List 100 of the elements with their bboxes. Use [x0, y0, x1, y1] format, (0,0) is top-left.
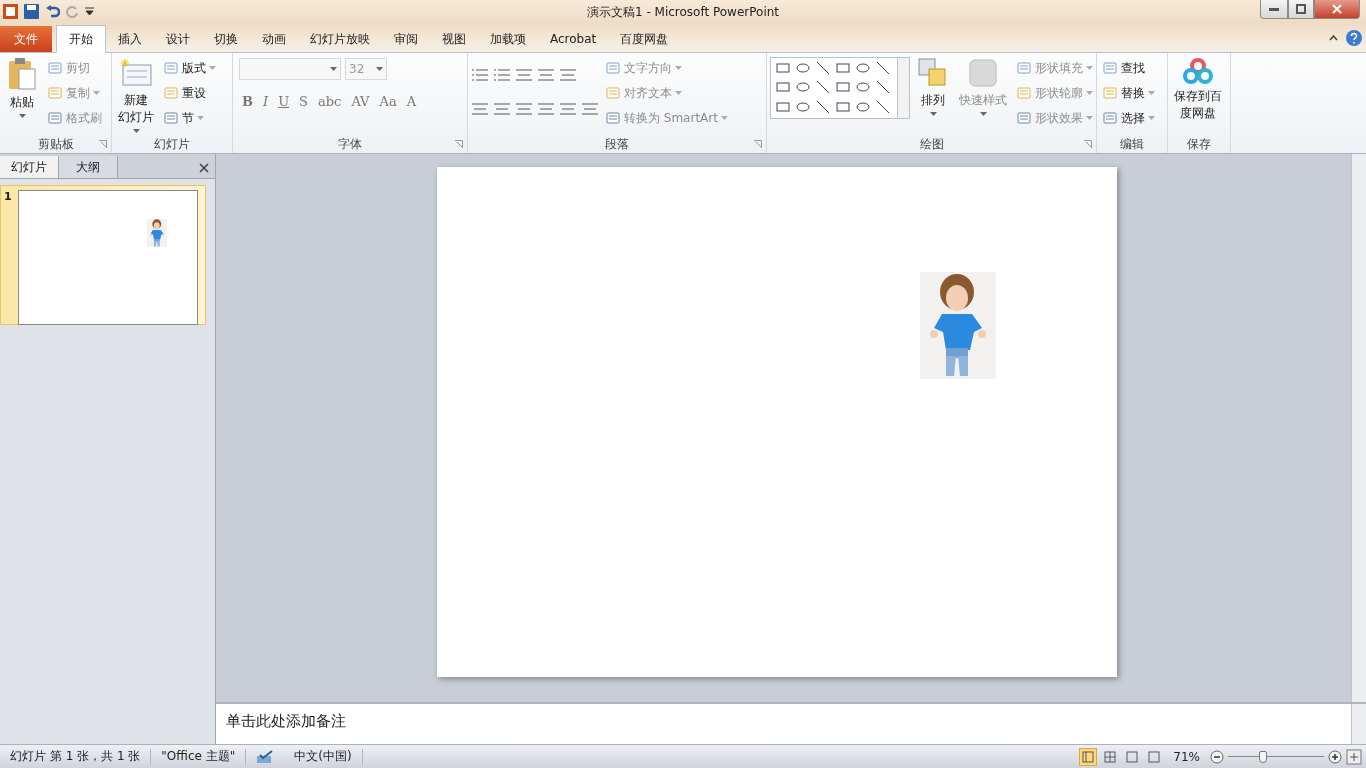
ribbon-button[interactable]: 查找	[1100, 57, 1157, 79]
dialog-launcher-icon[interactable]	[754, 140, 762, 148]
close-icon	[1332, 4, 1342, 14]
close-button[interactable]	[1314, 0, 1360, 19]
scroll-bar[interactable]	[1351, 704, 1366, 744]
group-label: 编辑	[1120, 135, 1144, 153]
help-icon[interactable]	[1346, 30, 1362, 46]
zoom-level[interactable]: 71%	[1173, 749, 1200, 764]
ribbon-button[interactable]: 粘贴	[3, 57, 41, 135]
font-button[interactable]: A	[403, 91, 420, 111]
panel-tab[interactable]: 幻灯片	[0, 156, 59, 178]
toolbar-icon	[1102, 60, 1118, 76]
caret-icon	[330, 67, 337, 71]
font-name-field[interactable]	[239, 58, 341, 80]
panel-tab[interactable]: 大纲	[59, 156, 118, 178]
shape-icon[interactable]	[875, 98, 891, 115]
ribbon-button[interactable]: 重设	[161, 82, 218, 104]
font-button[interactable]: I	[260, 91, 272, 111]
group-label: 字体	[338, 135, 362, 153]
view-button[interactable]	[1079, 747, 1098, 766]
undo-icon[interactable]	[45, 3, 60, 19]
toolbar-icon	[163, 110, 179, 126]
ribbon-tab[interactable]: 设计	[154, 26, 202, 52]
toolbar-icon	[47, 110, 63, 126]
shapes-gallery[interactable]	[770, 57, 898, 119]
ribbon-tab[interactable]: 加载项	[478, 26, 538, 52]
customize-icon[interactable]	[85, 6, 94, 16]
dialog-launcher-icon[interactable]	[1084, 140, 1092, 148]
shape-icon[interactable]	[815, 98, 831, 115]
font-button[interactable]: S	[296, 91, 311, 111]
scroll-bar[interactable]	[1351, 154, 1366, 702]
align-icon[interactable]	[493, 101, 511, 117]
ribbon-tab[interactable]: 审阅	[382, 26, 430, 52]
shape-icon[interactable]	[855, 60, 871, 76]
spell-check-icon[interactable]	[256, 749, 275, 764]
close-icon[interactable]	[199, 163, 209, 173]
ribbon-tab[interactable]: 开始	[56, 25, 106, 53]
bullet-list-icon[interactable]	[471, 67, 489, 83]
bullet-list-icon[interactable]	[493, 67, 511, 83]
align-icon[interactable]	[581, 101, 599, 117]
dialog-launcher-icon[interactable]	[455, 140, 463, 148]
quick-styles-icon	[967, 57, 999, 89]
align-icon[interactable]	[537, 101, 555, 117]
shape-icon[interactable]	[875, 79, 891, 96]
theme-name: "Office 主题"	[151, 748, 247, 765]
new-slide-icon	[119, 57, 153, 89]
slide-thumbnail[interactable]	[18, 190, 198, 325]
group-label: 幻灯片	[154, 135, 190, 153]
font-button[interactable]: AV	[348, 91, 373, 111]
ribbon-button[interactable]: 选择	[1100, 107, 1157, 129]
redo-icon[interactable]	[66, 4, 79, 18]
shape-icon[interactable]	[815, 79, 831, 96]
ribbon-button[interactable]: 保存到百 度网盘	[1171, 57, 1225, 135]
shape-icon[interactable]	[815, 60, 831, 76]
toolbar-icon	[605, 110, 621, 126]
slider-thumb[interactable]	[1258, 750, 1267, 763]
ribbon-button[interactable]: 版式	[161, 57, 218, 79]
minimize-icon	[1269, 7, 1279, 11]
app-logo-icon[interactable]	[3, 3, 18, 19]
ribbon-tab[interactable]: 视图	[430, 26, 478, 52]
align-icon[interactable]	[471, 101, 489, 117]
slide-number: 1	[4, 190, 13, 205]
zoom-out-icon[interactable]	[1210, 749, 1224, 764]
shape-icon[interactable]	[795, 60, 811, 76]
ribbon-tab[interactable]: 幻灯片放映	[298, 26, 382, 52]
font-button[interactable]: B	[239, 91, 256, 111]
shape-icon[interactable]	[875, 60, 891, 76]
group-label: 段落	[605, 135, 629, 153]
ribbon-button[interactable]: 排列	[914, 57, 952, 135]
align-icon[interactable]	[559, 67, 577, 83]
collapse-ribbon-icon[interactable]	[1329, 35, 1338, 41]
ribbon-tab[interactable]: 动画	[250, 26, 298, 52]
file-tab[interactable]: 文件	[0, 26, 52, 52]
font-button[interactable]: abc	[315, 91, 345, 111]
font-button[interactable]: Aa	[376, 91, 400, 111]
ribbon-tab[interactable]: 百度网盘	[608, 26, 681, 52]
align-icon[interactable]	[515, 67, 533, 83]
restore-button[interactable]	[1288, 0, 1314, 19]
align-icon[interactable]	[537, 67, 555, 83]
font-button[interactable]: U	[275, 91, 293, 111]
toolbar-icon	[163, 85, 179, 101]
align-icon[interactable]	[515, 101, 533, 117]
save-icon[interactable]	[24, 3, 39, 19]
dialog-launcher-icon[interactable]	[99, 140, 107, 148]
ribbon-tab[interactable]: Acrobat	[538, 26, 609, 52]
toolbar-icon	[163, 60, 179, 76]
toolbar-icon	[1016, 110, 1032, 126]
align-icon[interactable]	[559, 101, 577, 117]
fit-to-window-icon[interactable]	[1346, 748, 1362, 765]
ribbon-button[interactable]: 替换	[1100, 82, 1157, 104]
ribbon-button[interactable]: 新建 幻灯片	[115, 57, 157, 135]
slide-thumbnail-row[interactable]: 1	[0, 185, 206, 325]
zoom-slider[interactable]	[1228, 748, 1324, 765]
ribbon-tab[interactable]: 切换	[202, 26, 250, 52]
ribbon-button[interactable]: 节	[161, 107, 218, 129]
minimize-button[interactable]	[1260, 0, 1288, 19]
ribbon-tab[interactable]: 插入	[106, 26, 154, 52]
toolbar-icon	[47, 60, 63, 76]
zoom-in-icon[interactable]	[1328, 749, 1342, 764]
slide-info: 幻灯片 第 1 张，共 1 张	[0, 748, 152, 765]
